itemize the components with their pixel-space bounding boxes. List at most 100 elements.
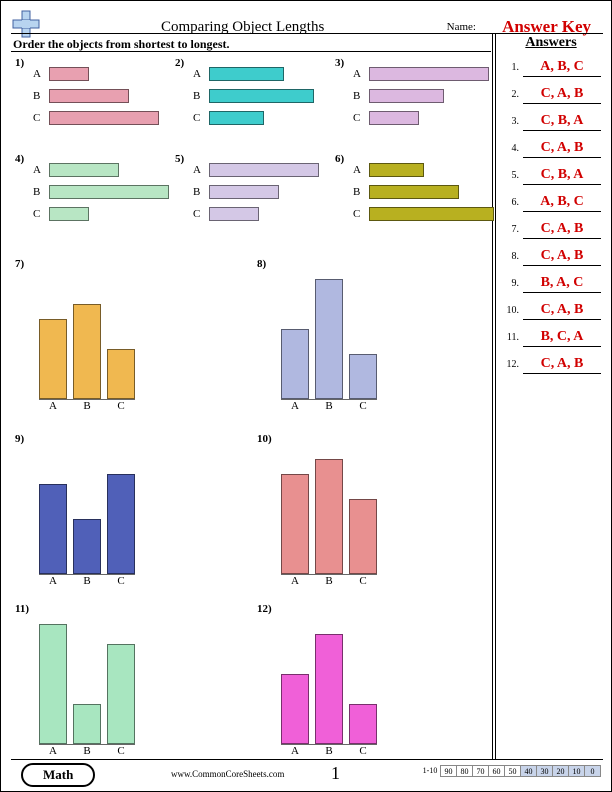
page-number: 1: [331, 763, 340, 784]
score-cell: 50: [504, 765, 521, 777]
bar-labels: ABC: [281, 745, 377, 757]
bar-row: B: [353, 87, 489, 105]
answer-value: B, C, A: [523, 329, 601, 347]
bar: [349, 499, 377, 574]
answer-number: 4.: [501, 143, 519, 154]
subject-bubble: Math: [21, 763, 95, 787]
bar-label: C: [349, 400, 377, 412]
bar: [349, 354, 377, 399]
question-3: 3)ABC: [339, 59, 489, 131]
bar-label: B: [315, 575, 343, 587]
question-12: 12)ABC: [261, 605, 377, 757]
bar-row: A: [353, 161, 494, 179]
answer-row: 10.C, A, B: [501, 302, 601, 320]
divider: [11, 759, 603, 760]
answer-number: 7.: [501, 224, 519, 235]
answer-row: 3.C, B, A: [501, 113, 601, 131]
answer-row: 1.A, B, C: [501, 59, 601, 77]
score-cell: 60: [488, 765, 505, 777]
answer-number: 12.: [501, 359, 519, 370]
answer-value: B, A, C: [523, 275, 601, 293]
answers-header: Answers: [501, 35, 601, 51]
score-cell: 10: [568, 765, 585, 777]
bar-area: [39, 625, 135, 745]
bar-label: A: [39, 745, 67, 757]
answer-number: 8.: [501, 251, 519, 262]
bar-area: [281, 455, 377, 575]
bar-label: C: [33, 208, 49, 220]
bar: [349, 704, 377, 744]
answer-number: 6.: [501, 197, 519, 208]
bar-label: A: [281, 575, 309, 587]
bar: [107, 474, 135, 574]
bar-label: B: [315, 400, 343, 412]
score-cell: 80: [456, 765, 473, 777]
bar-label: A: [281, 400, 309, 412]
bar: [315, 279, 343, 399]
bar: [49, 163, 119, 177]
question-8: 8)ABC: [261, 260, 377, 412]
answer-number: 11.: [501, 332, 519, 343]
bar: [369, 163, 424, 177]
bar-labels: ABC: [39, 400, 135, 412]
bar-label: C: [107, 575, 135, 587]
bar-label: C: [353, 208, 369, 220]
answer-value: C, A, B: [523, 140, 601, 158]
bar-label: C: [107, 745, 135, 757]
answer-row: 8. C, A, B: [501, 248, 601, 266]
score-grid: 1-10 9080706050403020100: [420, 765, 601, 777]
bar: [39, 319, 67, 399]
answer-value: C, A, B: [523, 248, 601, 266]
question-1: 1)ABC: [19, 59, 159, 131]
bar-row: B: [193, 183, 319, 201]
question-7: 7)ABC: [19, 260, 135, 412]
bar: [281, 329, 309, 399]
question-9: 9)ABC: [19, 435, 135, 587]
bar: [49, 67, 89, 81]
answer-number: 10.: [501, 305, 519, 316]
divider: [11, 33, 603, 34]
answer-value: C, A, B: [523, 221, 601, 239]
bar: [209, 185, 279, 199]
bar: [209, 67, 284, 81]
bar: [107, 349, 135, 399]
bar: [369, 89, 444, 103]
instruction: Order the objects from shortest to longe…: [13, 37, 230, 52]
answer-number: 1.: [501, 62, 519, 73]
bar: [73, 519, 101, 574]
score-label: 1-10: [419, 765, 441, 777]
question-10: 10)ABC: [261, 435, 377, 587]
bar: [49, 89, 129, 103]
bar: [281, 674, 309, 744]
bar: [49, 111, 159, 125]
score-cell: 90: [440, 765, 457, 777]
answer-row: 2.C, A, B: [501, 86, 601, 104]
bar-label: C: [107, 400, 135, 412]
bar-labels: ABC: [39, 575, 135, 587]
bar: [73, 704, 101, 744]
answer-number: 2.: [501, 89, 519, 100]
bar-label: A: [33, 164, 49, 176]
bar-row: B: [33, 183, 169, 201]
footer: Math www.CommonCoreSheets.com 1 1-10 908…: [1, 759, 611, 787]
bar-row: C: [33, 109, 159, 127]
bar-label: A: [33, 68, 49, 80]
bar: [49, 185, 169, 199]
bar-label: A: [353, 164, 369, 176]
name-label: Name:: [447, 21, 476, 33]
bar-label: C: [193, 208, 209, 220]
site-url: www.CommonCoreSheets.com: [171, 769, 284, 779]
score-cell: 70: [472, 765, 489, 777]
divider: [492, 34, 493, 760]
bar-label: C: [353, 112, 369, 124]
score-cell: 0: [584, 765, 601, 777]
answer-row: 11. B, C, A: [501, 329, 601, 347]
plus-logo-icon: [11, 9, 41, 39]
bar-row: B: [353, 183, 494, 201]
bar-row: C: [33, 205, 169, 223]
bar-label: C: [33, 112, 49, 124]
divider: [11, 51, 491, 52]
question-11: 11)ABC: [19, 605, 135, 757]
bar: [369, 207, 494, 221]
bar: [73, 304, 101, 399]
